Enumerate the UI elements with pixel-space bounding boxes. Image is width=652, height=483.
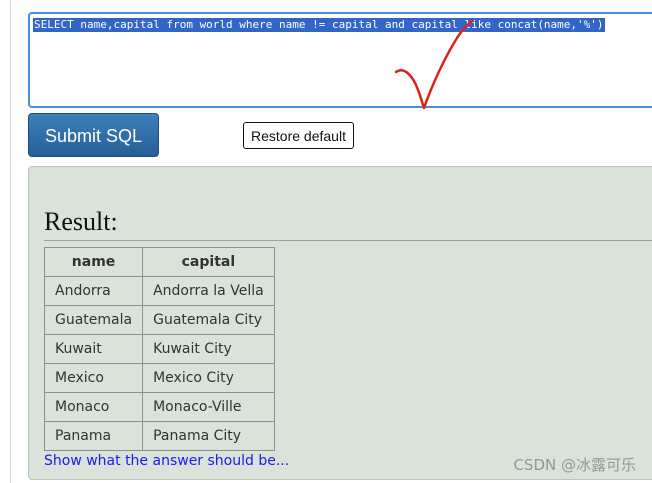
table-row: Mexico Mexico City <box>43 363 275 393</box>
column-header-name: name <box>43 247 144 277</box>
table-row: Kuwait Kuwait City <box>43 334 275 364</box>
result-panel: Result: name capital Andorra Andorra la … <box>28 166 652 480</box>
cell-name: Kuwait <box>43 334 144 364</box>
cell-capital: Monaco-Ville <box>142 392 275 422</box>
sql-editor[interactable]: SELECT name,capital from world where nam… <box>28 12 652 108</box>
sql-query-text[interactable]: SELECT name,capital from world where nam… <box>33 18 605 32</box>
table-row: Guatemala Guatemala City <box>43 305 275 335</box>
table-row: Monaco Monaco-Ville <box>43 392 275 422</box>
submit-sql-button[interactable]: Submit SQL <box>28 113 159 157</box>
check-mark-stroke <box>394 19 474 110</box>
cell-name: Panama <box>43 421 144 451</box>
cell-capital: Mexico City <box>142 363 275 393</box>
cell-name: Guatemala <box>43 305 144 335</box>
cell-name: Andorra <box>43 276 144 306</box>
cell-capital: Andorra la Vella <box>142 276 275 306</box>
cell-capital: Kuwait City <box>142 334 275 364</box>
table-row: Andorra Andorra la Vella <box>43 276 275 306</box>
cell-name: Mexico <box>43 363 144 393</box>
table-row: Panama Panama City <box>43 421 275 451</box>
show-answer-link[interactable]: Show what the answer should be... <box>44 453 289 469</box>
cell-name: Monaco <box>43 392 144 422</box>
csdn-watermark: CSDN @冰露可乐 <box>513 456 636 474</box>
restore-default-button[interactable]: Restore default <box>243 122 354 149</box>
result-table: name capital Andorra Andorra la Vella Gu… <box>43 247 275 451</box>
cell-capital: Panama City <box>142 421 275 451</box>
left-border <box>10 0 11 483</box>
result-title: Result: <box>44 207 118 236</box>
cell-capital: Guatemala City <box>142 305 275 335</box>
result-divider <box>44 240 652 241</box>
page: SELECT name,capital from world where nam… <box>0 0 652 483</box>
column-header-capital: capital <box>142 247 275 277</box>
table-header-row: name capital <box>43 247 275 277</box>
check-mark-icon <box>394 19 474 110</box>
